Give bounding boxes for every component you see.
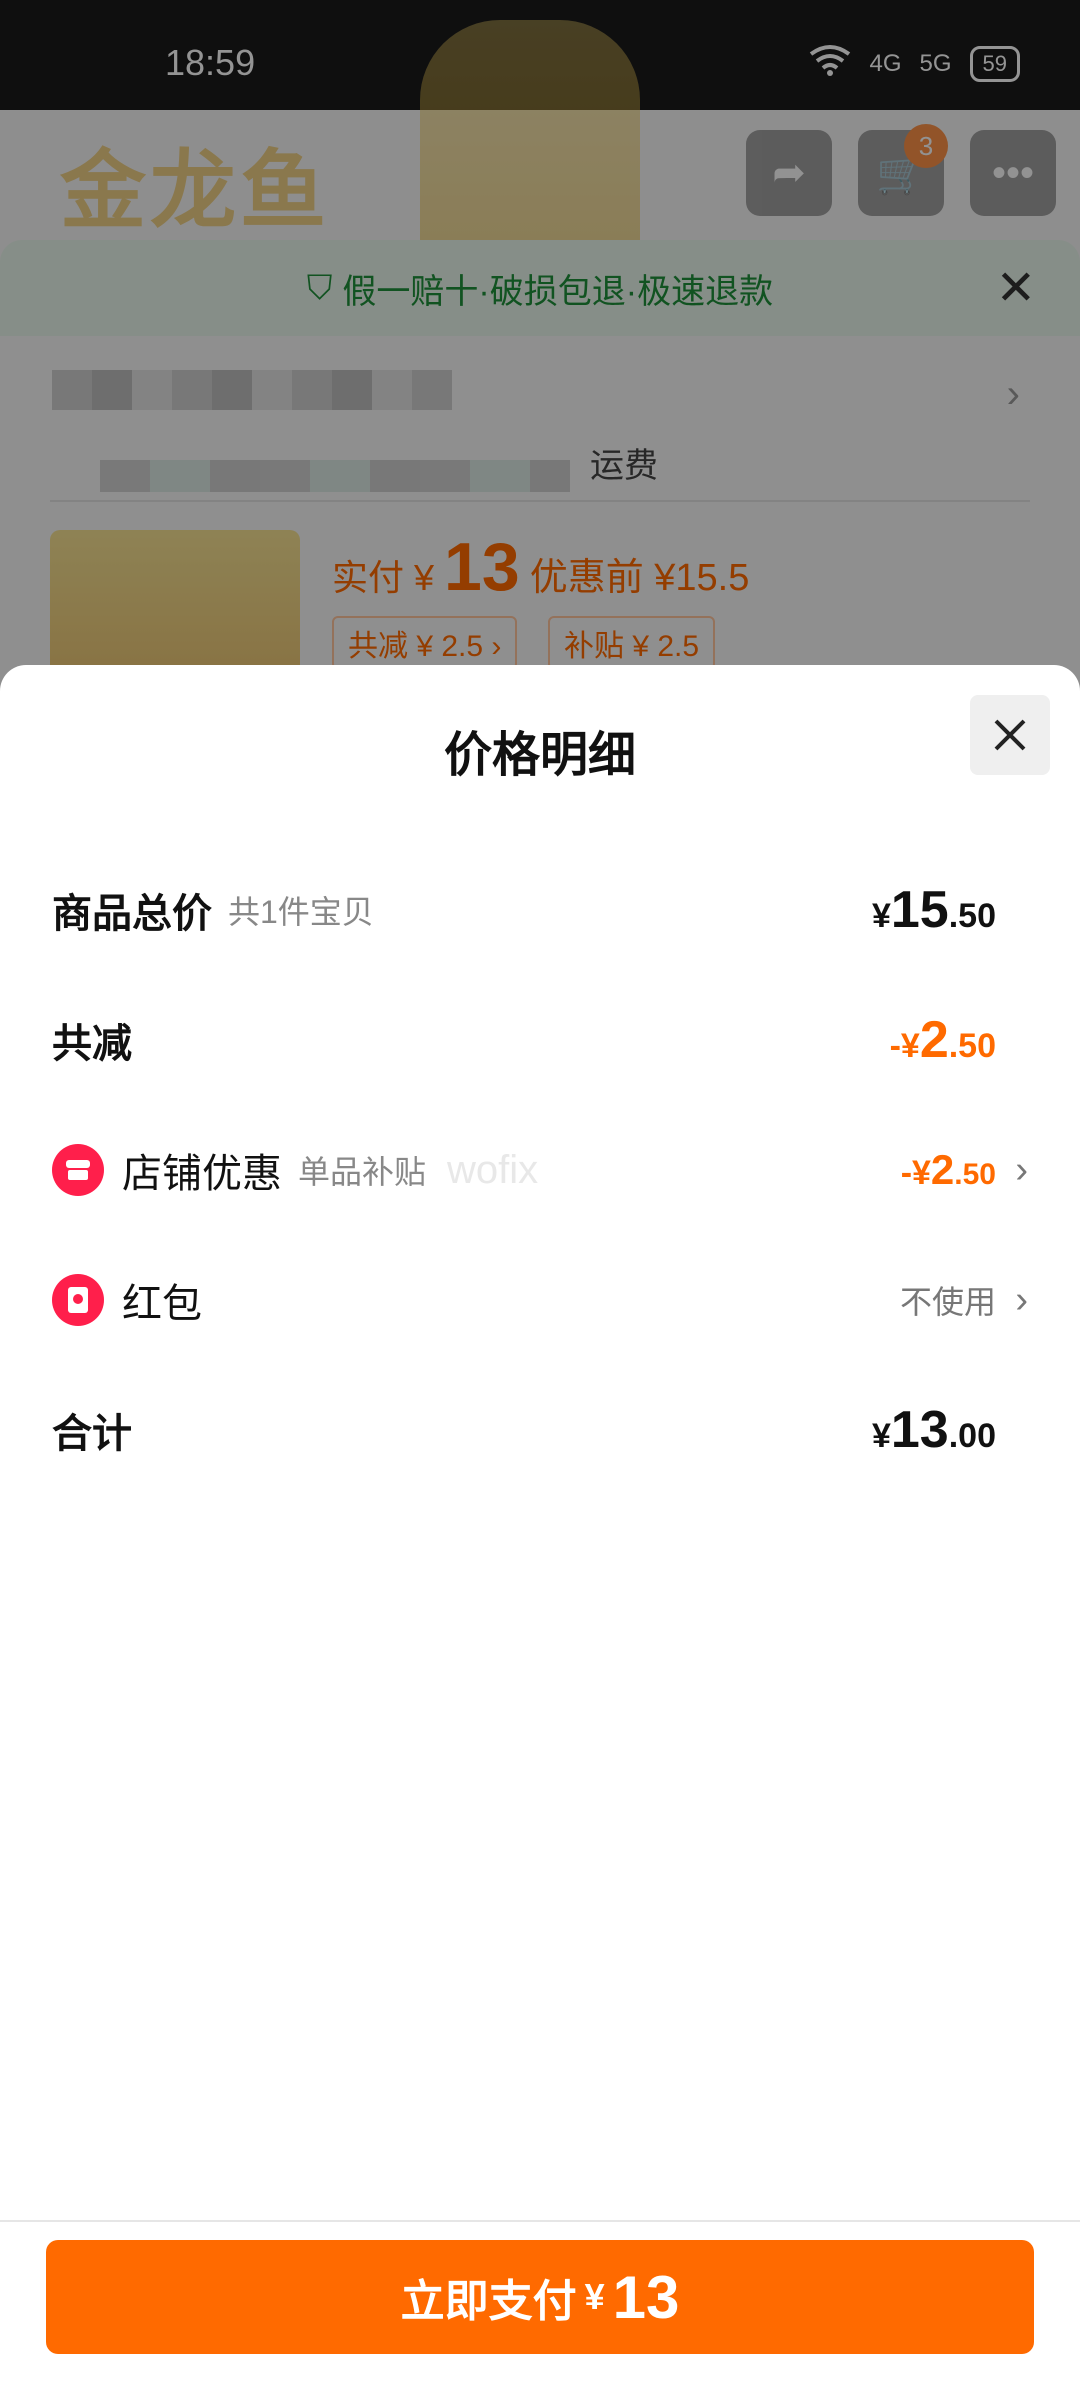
pay-label: 立即支付 [400,2277,577,2326]
amount-dec: .50 [954,1158,996,1191]
close-icon [994,719,1026,751]
pay-now-button[interactable]: 立即支付 ¥ 13 [46,2240,1034,2354]
amount-int: 2 [919,1011,949,1069]
row-label: 共减 [52,1022,132,1066]
red-packet-status: 不使用 [899,1284,996,1320]
store-icon [52,1144,104,1196]
price-detail-sheet: 价格明细 商品总价 共1件宝贝 ¥ 15 .50 共减 -¥ 2 .50 店铺优… [0,665,1080,2400]
row-label: 店铺优惠 [122,1152,282,1196]
currency-symbol: -¥ [889,1027,920,1065]
currency-symbol: ¥ [871,1417,891,1455]
row-store-discount[interactable]: 店铺优惠 单品补贴 wofix -¥ 2 .50 › [52,1105,1028,1235]
red-packet-icon [52,1274,104,1326]
row-grand-total: 合计 ¥ 13 .00 [52,1365,1028,1495]
amount-dec: .50 [948,897,996,935]
row-goods-total: 商品总价 共1件宝贝 ¥ 15 .50 [52,845,1028,975]
currency-symbol: -¥ [900,1154,931,1192]
row-label: 商品总价 [52,892,212,936]
row-sub: 共1件宝贝 [228,894,374,930]
row-value: ¥ 13 .00 [872,1400,996,1460]
row-total-reduction: 共减 -¥ 2 .50 [52,975,1028,1105]
sheet-title: 价格明细 [443,729,636,782]
amount-dec: .00 [948,1417,996,1455]
row-value: ¥ 15 .50 [872,880,996,940]
amount-int: 2 [930,1146,955,1193]
row-value: -¥ 2 .50 [890,1010,996,1070]
row-value: -¥ 2 .50 [901,1146,996,1194]
row-label: 红包 [122,1282,202,1326]
row-red-packet[interactable]: 红包 不使用 › [52,1235,1028,1365]
row-sub: 单品补贴 [298,1154,427,1190]
amount-dec: .50 [948,1027,996,1065]
amount-int: 13 [890,1401,949,1459]
chevron-right-icon: › [1015,1278,1028,1321]
currency-symbol: ¥ [871,897,891,935]
pay-amount: 13 [612,2263,680,2331]
chevron-right-icon: › [1015,1148,1028,1191]
price-rows: 商品总价 共1件宝贝 ¥ 15 .50 共减 -¥ 2 .50 店铺优惠 单品补… [52,845,1028,1495]
footer-divider [0,2220,1080,2222]
watermark: wofix [447,1147,539,1192]
close-button[interactable] [970,695,1050,775]
pay-currency: ¥ [584,2276,605,2317]
row-label: 合计 [52,1412,132,1456]
amount-int: 15 [890,881,949,939]
